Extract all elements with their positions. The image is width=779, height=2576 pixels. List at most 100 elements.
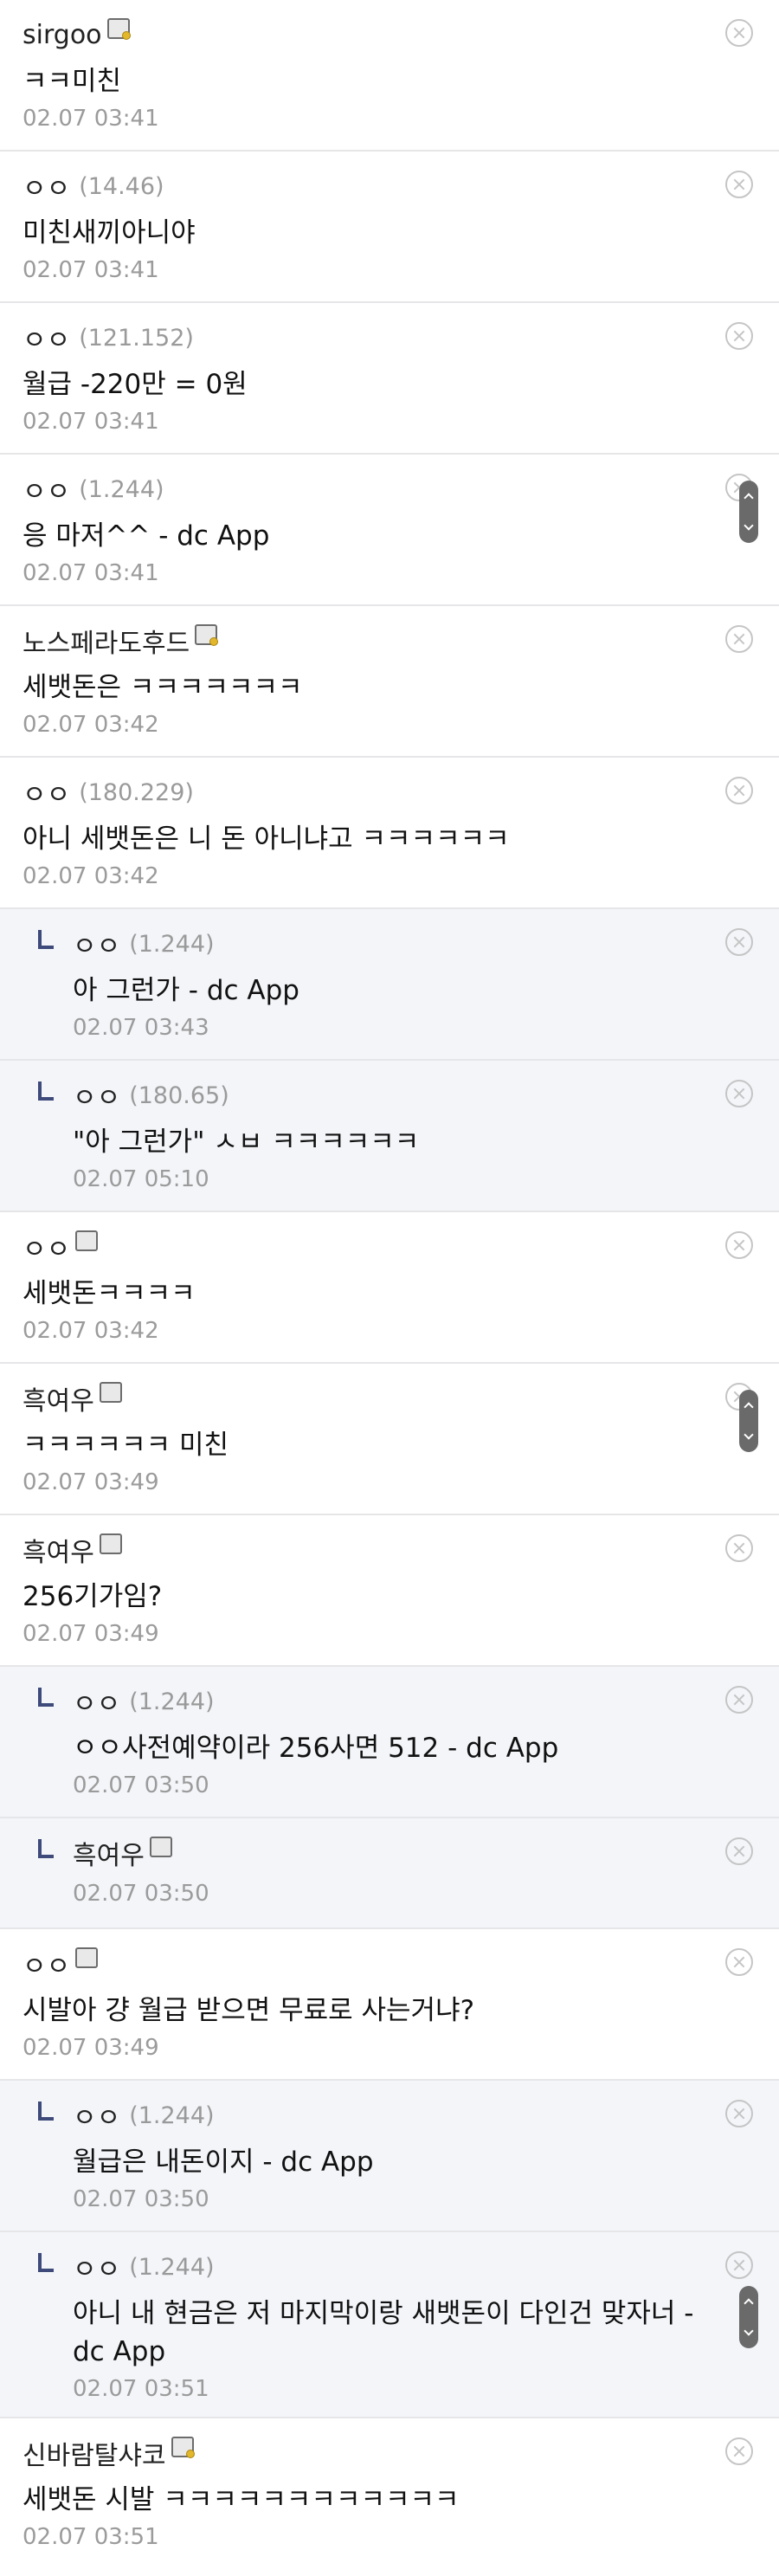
comment-author[interactable]: ㅇㅇ [23,470,70,508]
comment-date: 02.07 03:49 [23,1621,159,1647]
comment-header: ㅇㅇ (14.46) [23,167,701,205]
comment-author[interactable]: sirgoo [23,20,102,50]
comment-author[interactable]: ㅇㅇ [23,167,70,205]
comment-row: ㅇㅇ 시발아 걍 월급 받으면 무료로 사는거냐? 02.07 03:49 [0,1929,779,2081]
reply-arrow-icon [38,2253,54,2272]
comment-row: 신바람탈샤코 세뱃돈 시발 ㅋㅋㅋㅋㅋㅋㅋㅋㅋㅋㅋㅋ 02.07 03:51 [0,2418,779,2550]
comment-header: 흑여우 [73,1834,701,1872]
delete-comment-icon[interactable] [725,1231,753,1259]
gallog-badge-icon [195,624,219,646]
gallog-badge-icon [106,18,131,40]
delete-comment-icon[interactable] [725,171,753,198]
comment-author[interactable]: ㅇㅇ [73,2248,120,2286]
reply-comment-row: 흑여우 02.07 03:50 [0,1818,779,1929]
reply-comment-row: ㅇㅇ (1.244) ㅇㅇ사전예약이라 256사면 512 - dc App 02.0… [0,1667,779,1818]
comment-header: ㅇㅇ (1.244) [23,470,701,508]
comment-header: 흑여우 [23,1379,701,1417]
comment-text: ㅇㅇ사전예약이라 256사면 512 - dc App [73,1733,559,1764]
comment-text: 월급 -220만 = 0원 [23,369,248,400]
delete-comment-icon[interactable] [725,2437,753,2465]
delete-comment-icon[interactable] [725,19,753,47]
comment-header: ㅇㅇ (1.244) [73,2248,701,2286]
comment-date: 02.07 03:41 [23,257,159,283]
comment-ip: (1.244) [129,930,215,958]
delete-comment-icon[interactable] [725,1837,753,1865]
comment-text: 미친새끼아니야 [23,217,196,249]
comment-ip: (180.65) [129,1081,229,1109]
reply-comment-row: ㅇㅇ (1.244) 아니 내 현금은 저 마지막이랑 새뱃돈이 다인건 맞자너 -… [0,2232,779,2418]
comment-row: ㅇㅇ (180.229) 아니 세뱃돈은 니 돈 아니냐고 ㅋㅋㅋㅋㅋㅋ 02.07 … [0,758,779,909]
comment-author[interactable]: 흑여우 [73,1834,145,1872]
delete-comment-icon[interactable] [725,1080,753,1107]
comment-header: ㅇㅇ (180.229) [23,773,701,811]
reply-comment-row: ㅇㅇ (1.244) 월급은 내돈이지 - dc App 02.07 03:50 [0,2081,779,2232]
comment-text: 아니 세뱃돈은 니 돈 아니냐고 ㅋㅋㅋㅋㅋㅋ [23,823,510,855]
comment-date: 02.07 03:41 [23,560,159,586]
scroll-handle[interactable] [739,2286,758,2348]
comment-date: 02.07 03:42 [23,1318,159,1344]
comment-header: ㅇㅇ (1.244) [73,2096,701,2134]
reply-arrow-icon [38,1839,54,1858]
comment-text: 아 그런가 - dc App [73,975,299,1006]
comment-row: sirgoo ㅋㅋ미친 02.07 03:41 [0,0,779,152]
delete-comment-icon[interactable] [725,2100,753,2127]
comment-text: ㅋㅋ미친 [23,66,122,97]
comment-header: ㅇㅇ (121.152) [23,319,701,357]
delete-comment-icon[interactable] [725,2251,753,2279]
reply-arrow-icon [38,1081,54,1101]
comment-text: ㅋㅋㅋㅋㅋㅋ 미친 [23,1430,229,1461]
comment-author[interactable]: ㅇㅇ [23,1945,70,1983]
comment-row: ㅇㅇ (14.46) 미친새끼아니야 02.07 03:41 [0,152,779,303]
delete-comment-icon[interactable] [725,928,753,956]
scroll-handle[interactable] [739,481,758,543]
fixed-nick-badge-icon [75,1947,99,1968]
comment-author[interactable]: 노스페라도후드 [23,622,190,660]
comment-date: 02.07 03:42 [23,863,159,889]
comment-author[interactable]: ㅇㅇ [73,1682,120,1721]
delete-comment-icon[interactable] [725,1534,753,1562]
comment-date: 02.07 03:51 [23,2524,159,2550]
reply-comment-row: ㅇㅇ (180.65) "아 그런가" ㅅㅂ ㅋㅋㅋㅋㅋㅋ 02.07 05:10 [0,1061,779,1212]
comment-author[interactable]: ㅇㅇ [23,773,70,811]
comment-header: ㅇㅇ (1.244) [73,925,701,963]
comment-text: 응 마저^^ - dc App [23,520,270,552]
comment-ip: (1.244) [129,2253,215,2281]
comment-header: ㅇㅇ [23,1228,701,1266]
comment-text: 세뱃돈ㅋㅋㅋㅋ [23,1278,196,1309]
comment-row: ㅇㅇ 세뱃돈ㅋㅋㅋㅋ 02.07 03:42 [0,1212,779,1364]
comment-header: 노스페라도후드 [23,622,701,660]
comment-header: 흑여우 [23,1531,701,1569]
gallog-badge-icon [171,2437,195,2458]
comment-author[interactable]: ㅇㅇ [73,2096,120,2134]
comment-list: sirgoo ㅋㅋ미친 02.07 03:41 ㅇㅇ (14.46) 미친새끼아니야 02.… [0,0,779,2550]
delete-comment-icon[interactable] [725,777,753,804]
comment-author[interactable]: 흑여우 [23,1531,94,1569]
comment-text: 월급은 내돈이지 - dc App [73,2147,374,2178]
delete-comment-icon[interactable] [725,625,753,653]
fixed-nick-badge-icon [99,1533,122,1554]
comment-header: sirgoo [23,17,701,52]
comment-author[interactable]: ㅇㅇ [23,319,70,357]
comment-date: 02.07 03:50 [73,1881,209,1907]
reply-arrow-icon [38,1688,54,1707]
comment-row: 흑여우 ㅋㅋㅋㅋㅋㅋ 미친 02.07 03:49 [0,1364,779,1515]
comment-ip: (1.244) [129,2101,215,2129]
reply-comment-row: ㅇㅇ (1.244) 아 그런가 - dc App 02.07 03:43 [0,909,779,1061]
comment-author[interactable]: ㅇㅇ [73,1076,120,1114]
reply-arrow-icon [38,930,54,949]
comment-date: 02.07 05:10 [73,1166,209,1192]
comment-author[interactable]: ㅇㅇ [23,1228,70,1266]
comment-row: ㅇㅇ (1.244) 응 마저^^ - dc App 02.07 03:41 [0,455,779,606]
comment-row: ㅇㅇ (121.152) 월급 -220만 = 0원 02.07 03:41 [0,303,779,455]
comment-date: 02.07 03:50 [73,2186,209,2212]
comment-author[interactable]: 흑여우 [23,1379,94,1417]
comment-author[interactable]: 신바람탈샤코 [23,2434,166,2472]
delete-comment-icon[interactable] [725,1948,753,1976]
comment-text: 시발아 걍 월급 받으면 무료로 사는거냐? [23,1995,475,2026]
comment-author[interactable]: ㅇㅇ [73,925,120,963]
scroll-handle[interactable] [739,1390,758,1452]
reply-arrow-icon [38,2101,54,2121]
delete-comment-icon[interactable] [725,322,753,350]
comment-row: 노스페라도후드 세뱃돈은 ㅋㅋㅋㅋㅋㅋㅋ 02.07 03:42 [0,606,779,758]
delete-comment-icon[interactable] [725,1686,753,1714]
